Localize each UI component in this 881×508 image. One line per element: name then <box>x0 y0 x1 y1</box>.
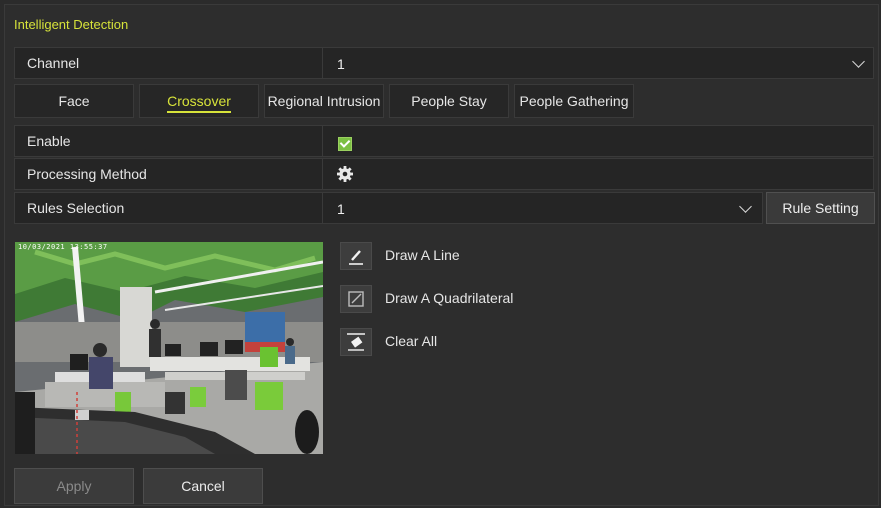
processing-label: Processing Method <box>15 159 323 189</box>
cancel-button[interactable]: Cancel <box>143 468 263 504</box>
apply-button[interactable]: Apply <box>14 468 134 504</box>
tab-face-label: Face <box>58 93 90 109</box>
page-title: Intelligent Detection <box>14 17 129 32</box>
channel-row: Channel 1 <box>14 47 874 79</box>
rule-setting-button[interactable]: Rule Setting <box>766 192 875 224</box>
draw-shape-icon <box>348 291 364 307</box>
tab-crossover[interactable]: Crossover <box>139 84 259 118</box>
camera-preview[interactable]: 10/03/2021 13:55:37 <box>15 242 323 454</box>
rules-select[interactable]: 1 <box>337 193 345 223</box>
tab-crossover-label: Crossover <box>167 93 231 113</box>
rules-row: Rules Selection 1 <box>14 192 763 224</box>
tab-people-gathering[interactable]: People Gathering <box>514 84 634 118</box>
enable-label: Enable <box>15 126 323 156</box>
channel-label: Channel <box>15 48 323 78</box>
enable-row: Enable <box>14 125 874 157</box>
draw-line-button[interactable] <box>340 242 372 270</box>
channel-select[interactable]: 1 <box>337 48 345 78</box>
enable-checkbox[interactable] <box>338 137 352 151</box>
preview-scene <box>15 242 323 454</box>
preview-timestamp: 10/03/2021 13:55:37 <box>18 243 108 251</box>
eraser-icon <box>347 333 365 351</box>
draw-quadrilateral-label[interactable]: Draw A Quadrilateral <box>385 290 513 306</box>
chevron-down-icon[interactable] <box>852 55 865 68</box>
rules-label: Rules Selection <box>15 193 323 223</box>
tab-regional-intrusion-label: Regional Intrusion <box>267 93 381 109</box>
processing-row: Processing Method <box>14 158 874 190</box>
tab-regional-intrusion[interactable]: Regional Intrusion <box>264 84 384 118</box>
chevron-down-icon[interactable] <box>739 200 752 213</box>
tab-people-gathering-label: People Gathering <box>519 93 629 109</box>
tab-face[interactable]: Face <box>14 84 134 118</box>
draw-quadrilateral-button[interactable] <box>340 285 372 313</box>
clear-all-label[interactable]: Clear All <box>385 333 437 349</box>
tab-people-stay-label: People Stay <box>411 93 487 109</box>
tab-people-stay[interactable]: People Stay <box>389 84 509 118</box>
pencil-icon <box>349 250 363 265</box>
draw-line-label[interactable]: Draw A Line <box>385 247 460 263</box>
clear-all-button[interactable] <box>340 328 372 356</box>
gear-icon[interactable] <box>336 165 354 183</box>
